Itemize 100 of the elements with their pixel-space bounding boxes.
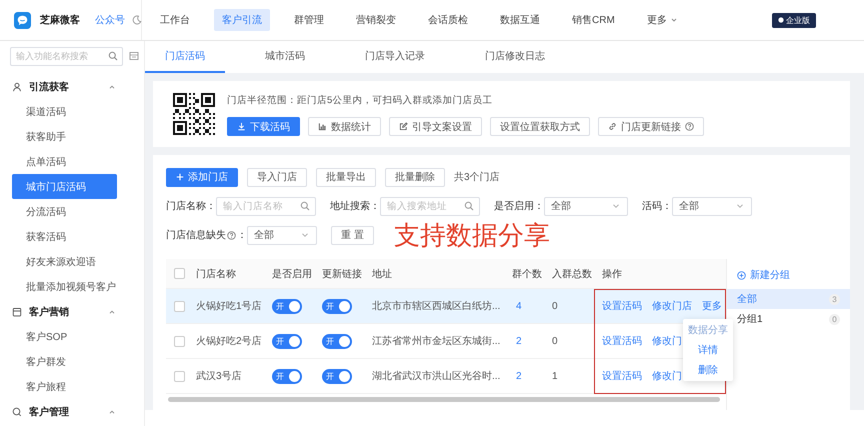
select-field[interactable]: 全部 (544, 196, 628, 216)
group-count-link[interactable]: 2 (506, 336, 546, 346)
nav-tab[interactable]: 群管理 (286, 9, 332, 31)
action-link[interactable]: 设置活码 (602, 334, 642, 348)
scrollbar[interactable] (168, 397, 720, 402)
action-link[interactable]: 更多 (702, 299, 722, 313)
search-icon (108, 51, 118, 61)
toggle-switch[interactable]: 开 (272, 368, 302, 384)
checkbox[interactable] (174, 300, 185, 312)
toolbar-button[interactable]: 设置位置获取方式 (490, 117, 590, 136)
column-header: 操作 (601, 268, 623, 280)
filter-label: 地址搜索： (330, 200, 380, 213)
column-header: 地址 (371, 268, 393, 280)
toolbar-button[interactable]: 批量导出 (316, 168, 376, 186)
sidebar-group[interactable]: 引流获客 (0, 74, 144, 99)
table-cell-text: 湖北省武汉市洪山区光谷时... (371, 370, 502, 383)
search-icon (300, 201, 310, 211)
nav-tab[interactable]: 数据互通 (492, 9, 548, 31)
group-item[interactable]: 分组1 0 (727, 309, 850, 329)
account-link[interactable]: 公众号 (95, 13, 125, 27)
table-cell-text: 1 (551, 370, 559, 382)
new-group-link[interactable]: 新建分组 (727, 265, 850, 285)
edition-badge: 企业版 (772, 12, 816, 28)
toolbar-button[interactable]: 批量删除 (385, 168, 445, 186)
moon-icon (132, 15, 142, 25)
person-icon (12, 82, 22, 92)
toolbar-button[interactable]: 引导文案设置 (389, 117, 482, 136)
sidebar-item[interactable]: 客户旅程 (12, 374, 117, 399)
count-badge: 3 (829, 294, 840, 304)
action-link[interactable]: 修改门 (652, 334, 682, 348)
table-cell-text: 江苏省常州市金坛区东城街... (371, 334, 502, 348)
table-cell-text: 0 (551, 300, 559, 312)
sidebar-item[interactable]: 分流活码 (12, 199, 117, 224)
toggle-switch[interactable]: 开 (322, 334, 352, 348)
column-header: 门店名称 (195, 268, 237, 280)
toolbar-button[interactable]: 数据统计 (308, 117, 381, 136)
edit-icon (399, 122, 408, 131)
action-link[interactable]: 设置活码 (602, 299, 642, 313)
caret-down-icon (670, 16, 678, 24)
toggle-switch[interactable]: 开 (272, 334, 302, 348)
menu-item[interactable]: 删除 (698, 363, 718, 377)
sidebar-item[interactable]: 好友来源欢迎语 (12, 249, 117, 274)
sidebar-item[interactable]: 城市门店活码 (12, 174, 117, 199)
tab[interactable]: 城市活码 (245, 41, 325, 73)
search-field[interactable]: 输入功能名称搜索 (10, 46, 123, 66)
sidebar-item[interactable]: 渠道活码 (12, 99, 117, 124)
nav-tab[interactable]: 更多 (638, 9, 686, 31)
bar-chart-icon (318, 122, 327, 131)
checkbox[interactable] (174, 336, 185, 346)
sidebar-group[interactable]: 客户管理 (0, 399, 144, 424)
filter-label: 门店名称： (166, 200, 216, 213)
toggle-switch[interactable]: 开 (322, 368, 352, 384)
nav-tab[interactable]: 销售CRM (564, 9, 623, 31)
search-field[interactable]: 输入门店名称 (216, 196, 316, 216)
plus-icon (176, 173, 184, 181)
logo-icon (14, 12, 31, 28)
calendar-icon (12, 306, 22, 316)
sidebar-item[interactable]: 客户群发 (12, 349, 117, 374)
description: 门店半径范围：距门店5公里内，可扫码入群或添加门店员工 (227, 94, 494, 107)
table-cell-text: 武汉3号店 (195, 370, 243, 383)
group-count-link[interactable]: 2 (506, 370, 546, 382)
table-cell-text: 0 (551, 336, 559, 346)
filter-label: 活码： (642, 200, 672, 213)
nav-tab[interactable]: 会话质检 (420, 9, 476, 31)
search-field[interactable]: 输入搜索地址 (380, 196, 480, 216)
link-icon (608, 122, 617, 131)
toggle-switch[interactable]: 开 (272, 298, 302, 314)
plus-circle-icon (737, 270, 746, 280)
toolbar-button[interactable]: 添加门店 (166, 168, 238, 186)
nav-tab[interactable]: 工作台 (152, 9, 198, 31)
toggle-switch[interactable]: 开 (322, 298, 352, 314)
toolbar-button[interactable]: 下载活码 (227, 117, 300, 136)
toolbar-button[interactable]: 导入门店 (247, 168, 307, 186)
action-link[interactable]: 设置活码 (602, 369, 642, 383)
action-link[interactable]: 修改门 (652, 369, 682, 383)
download-icon (237, 122, 246, 131)
sidebar-group[interactable]: 客户营销 (0, 299, 144, 324)
toolbar-button[interactable]: 门店更新链接 (598, 117, 704, 136)
tab[interactable]: 门店导入记录 (345, 41, 445, 73)
action-link[interactable]: 修改门店 (652, 299, 692, 313)
menu-item[interactable]: 详情 (698, 343, 718, 357)
sidebar-item[interactable]: 点单活码 (12, 149, 117, 174)
column-header: 更新链接 (321, 268, 363, 280)
group-count-link[interactable]: 4 (506, 300, 546, 312)
sidebar-item[interactable]: 获客助手 (12, 124, 117, 149)
nav-tab[interactable]: 营销裂变 (348, 9, 404, 31)
sidebar-item[interactable]: 客户SOP (12, 324, 117, 349)
select-field[interactable]: 全部 (247, 226, 317, 244)
tab[interactable]: 门店修改日志 (465, 41, 565, 73)
annotation-text: 支持数据分享 (394, 221, 550, 249)
column-header: 入群总数 (551, 268, 593, 280)
select-field[interactable]: 全部 (672, 196, 752, 216)
list-icon[interactable] (129, 51, 139, 61)
checkbox[interactable] (174, 268, 185, 279)
reset-button[interactable]: 重 置 (331, 226, 374, 244)
sidebar-item[interactable]: 获客活码 (12, 224, 117, 249)
sidebar-item[interactable]: 批量添加视频号客户 (12, 274, 117, 299)
checkbox[interactable] (174, 370, 185, 382)
qr-code (173, 93, 215, 135)
table-cell-text: 火锅好吃2号店 (195, 334, 263, 348)
